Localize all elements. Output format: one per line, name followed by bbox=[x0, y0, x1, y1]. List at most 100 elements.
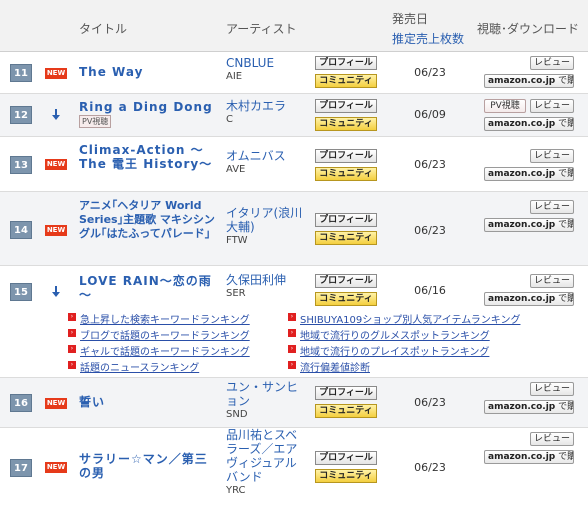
profile-button[interactable]: プロフィール bbox=[315, 451, 377, 465]
rank-badge: 15 bbox=[10, 283, 32, 301]
amazon-buy-button[interactable]: amazon.co.jp で購入 bbox=[484, 292, 574, 306]
amazon-logo-icon: amazon.co.jp bbox=[488, 169, 556, 179]
profile-button[interactable]: プロフィール bbox=[315, 213, 377, 227]
artist-link[interactable]: CNBLUE bbox=[226, 56, 308, 70]
amazon-logo-icon: amazon.co.jp bbox=[488, 452, 556, 462]
profile-button[interactable]: プロフィール bbox=[315, 149, 377, 163]
release-date-column-header: 発売日 bbox=[392, 12, 429, 26]
community-button[interactable]: コミュニティ bbox=[315, 74, 377, 88]
amazon-buy-button[interactable]: amazon.co.jp で購入 bbox=[484, 450, 574, 464]
ranking-link[interactable]: › ギャルで話題のキーワードランキング bbox=[68, 343, 250, 358]
community-button[interactable]: コミュニティ bbox=[315, 167, 377, 181]
new-badge: NEW bbox=[45, 225, 67, 236]
release-date: 06/23 bbox=[414, 396, 446, 409]
sales-column-header[interactable]: 推定売上枚数 bbox=[392, 30, 464, 47]
amazon-logo-icon: amazon.co.jp bbox=[488, 220, 556, 230]
review-button[interactable]: レビュー bbox=[530, 149, 574, 163]
pv-view-button[interactable]: PV視聴 bbox=[484, 99, 526, 113]
amazon-buy-button[interactable]: amazon.co.jp で購入 bbox=[484, 218, 574, 232]
release-date: 06/23 bbox=[414, 224, 446, 237]
table-row: 14 NEW アニメ｢ヘタリア World Series｣主題歌 マキシシングル… bbox=[0, 192, 588, 266]
song-title-link[interactable]: 誓い bbox=[79, 395, 219, 409]
artist-link[interactable]: 品川祐とスベラーズ／エアヴィジュアルバンド bbox=[226, 428, 308, 484]
community-button[interactable]: コミュニティ bbox=[315, 404, 377, 418]
release-date: 06/23 bbox=[414, 66, 446, 79]
ranking-link[interactable]: › 地域で流行りのプレイスポットランキング bbox=[288, 343, 489, 358]
label-code: C bbox=[226, 114, 233, 125]
amazon-logo-icon: amazon.co.jp bbox=[488, 76, 556, 86]
pv-badge[interactable]: PV視聴 bbox=[79, 115, 112, 128]
amazon-buy-button[interactable]: amazon.co.jp で購入 bbox=[484, 74, 574, 88]
arrow-bullet-icon: › bbox=[288, 313, 296, 321]
rank-badge: 17 bbox=[10, 459, 32, 477]
artist-link[interactable]: ユン・サンヒョン bbox=[226, 380, 308, 408]
song-title-link[interactable]: LOVE RAIN～恋の雨～ bbox=[79, 274, 219, 302]
table-row: 13 NEW Climax-Action ～The 電王 History～ オム… bbox=[0, 137, 588, 192]
song-title-link[interactable]: Climax-Action ～The 電王 History～ bbox=[79, 143, 219, 171]
ranking-link[interactable]: › SHIBUYA109ショップ別人気アイテムランキング bbox=[288, 311, 520, 326]
amazon-buy-button[interactable]: amazon.co.jp で購入 bbox=[484, 117, 574, 131]
artist-cell: オムニバス AVE bbox=[226, 149, 308, 177]
artist-link[interactable]: イタリア(浪川大輔) bbox=[226, 206, 308, 234]
review-button[interactable]: レビュー bbox=[530, 432, 574, 446]
label-code: FTW bbox=[226, 235, 248, 246]
rank-badge: 13 bbox=[10, 156, 32, 174]
arrow-bullet-icon: › bbox=[288, 361, 296, 369]
artist-link[interactable]: 木村カエラ bbox=[226, 99, 308, 113]
artist-cell: ユン・サンヒョン SND bbox=[226, 380, 308, 422]
release-date: 06/09 bbox=[414, 108, 446, 121]
song-title-link[interactable]: Ring a Ding Dong bbox=[79, 100, 213, 114]
label-code: AIE bbox=[226, 71, 243, 82]
ranking-link[interactable]: › ブログで話題のキーワードランキング bbox=[68, 327, 250, 342]
community-button[interactable]: コミュニティ bbox=[315, 231, 377, 245]
ranking-link[interactable]: › 急上昇した検索キーワードランキング bbox=[68, 311, 250, 326]
review-button[interactable]: レビュー bbox=[530, 56, 574, 70]
media-column-header: 視聴･ダウンロード bbox=[477, 22, 580, 36]
label-code: SND bbox=[226, 409, 248, 420]
arrow-bullet-icon: › bbox=[68, 313, 76, 321]
release-date: 06/23 bbox=[414, 461, 446, 474]
ranking-link[interactable]: › 地域で流行りのグルメスポットランキング bbox=[288, 327, 490, 342]
profile-button[interactable]: プロフィール bbox=[315, 274, 377, 288]
amazon-logo-icon: amazon.co.jp bbox=[488, 294, 556, 304]
profile-button[interactable]: プロフィール bbox=[315, 99, 377, 113]
arrow-bullet-icon: › bbox=[68, 361, 76, 369]
community-button[interactable]: コミュニティ bbox=[315, 117, 377, 131]
ranking-link[interactable]: › 話題のニュースランキング bbox=[68, 359, 199, 374]
title-column-header: タイトル bbox=[79, 22, 128, 36]
community-button[interactable]: コミュニティ bbox=[315, 292, 377, 306]
song-title-link[interactable]: サラリー☆マン／第三の男 bbox=[79, 452, 219, 480]
arrow-bullet-icon: › bbox=[68, 329, 76, 337]
label-code: YRC bbox=[226, 485, 246, 496]
review-button[interactable]: レビュー bbox=[530, 200, 574, 214]
artist-column-header: アーティスト bbox=[226, 22, 297, 36]
artist-cell: イタリア(浪川大輔) FTW bbox=[226, 206, 308, 248]
review-button[interactable]: レビュー bbox=[530, 99, 574, 113]
table-header: タイトル アーティスト 発売日 推定売上枚数 視聴･ダウンロード bbox=[0, 0, 588, 52]
table-row: 16 NEW 誓い ユン・サンヒョン SND プロフィール コミュニティ 06/… bbox=[0, 378, 588, 428]
review-button[interactable]: レビュー bbox=[530, 382, 574, 396]
amazon-buy-button[interactable]: amazon.co.jp で購入 bbox=[484, 167, 574, 181]
rank-badge: 14 bbox=[10, 221, 32, 239]
artist-cell: CNBLUE AIE bbox=[226, 56, 308, 84]
artist-cell: 木村カエラ C bbox=[226, 99, 308, 127]
label-code: AVE bbox=[226, 164, 246, 175]
song-title-link[interactable]: The Way bbox=[79, 65, 219, 79]
arrow-bullet-icon: › bbox=[288, 329, 296, 337]
profile-button[interactable]: プロフィール bbox=[315, 386, 377, 400]
ranking-link[interactable]: › 流行偏差値診断 bbox=[288, 359, 370, 374]
table-row: 12 Ring a Ding Dong PV視聴 木村カエラ C プロフィール … bbox=[0, 94, 588, 137]
song-title-link[interactable]: アニメ｢ヘタリア World Series｣主題歌 マキシシングル｢はたふってパ… bbox=[79, 199, 219, 241]
rank-down-arrow-icon bbox=[52, 109, 60, 120]
artist-cell: 久保田利伸 SER bbox=[226, 273, 308, 301]
amazon-logo-icon: amazon.co.jp bbox=[488, 402, 556, 412]
review-button[interactable]: レビュー bbox=[530, 274, 574, 288]
table-row: 17 NEW サラリー☆マン／第三の男 品川祐とスベラーズ／エアヴィジュアルバン… bbox=[0, 428, 588, 509]
artist-cell: 品川祐とスベラーズ／エアヴィジュアルバンド YRC bbox=[226, 428, 308, 498]
new-badge: NEW bbox=[45, 68, 67, 79]
artist-link[interactable]: 久保田利伸 bbox=[226, 273, 308, 287]
artist-link[interactable]: オムニバス bbox=[226, 149, 308, 163]
amazon-buy-button[interactable]: amazon.co.jp で購入 bbox=[484, 400, 574, 414]
community-button[interactable]: コミュニティ bbox=[315, 469, 377, 483]
profile-button[interactable]: プロフィール bbox=[315, 56, 377, 70]
